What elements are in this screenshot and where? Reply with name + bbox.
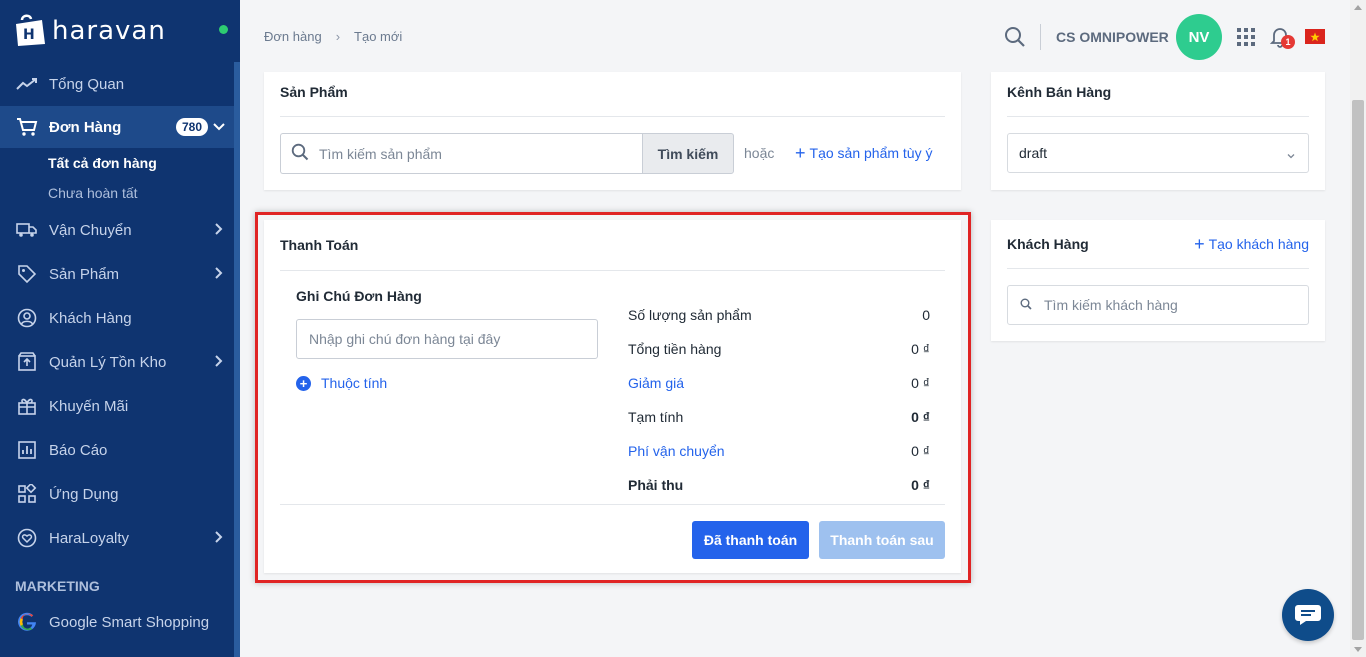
sidebar-nav: Tổng Quan Đơn Hàng 780 Tất cả đơn hàng C… (0, 62, 234, 644)
store-name[interactable]: CS OMNIPOWER (1056, 29, 1169, 45)
search-icon (291, 143, 309, 164)
customer-card-title: Khách Hàng (1007, 236, 1089, 252)
avatar[interactable]: NV (1176, 14, 1222, 60)
svg-text:H: H (23, 27, 35, 43)
divider (280, 116, 945, 117)
report-icon (16, 439, 38, 461)
sidebar-item-shipping[interactable]: Vận Chuyển (0, 208, 234, 252)
sales-channel-title: Kênh Bán Hàng (1007, 84, 1112, 100)
sidebar-item-label: Khách Hàng (49, 309, 132, 327)
sidebar-item-label: Quản Lý Tồn Kho (49, 353, 167, 371)
marketing-section-title: MARKETING (15, 578, 100, 594)
sales-channel-value: draft (1019, 145, 1048, 161)
create-customer-link[interactable]: + Tạo khách hàng (1194, 234, 1309, 254)
sidebar-item-label: Khuyến Mãi (49, 397, 129, 415)
top-header: Đơn hàng › Tạo mới CS OMNIPOWER NV 1 (240, 0, 1350, 72)
sidebar-item-label: Tổng Quan (49, 75, 125, 93)
sidebar-item-products[interactable]: Sản Phẩm (0, 252, 234, 296)
divider (1007, 268, 1309, 269)
chevron-right-icon (212, 266, 226, 284)
sales-channel-select[interactable]: draft (1007, 133, 1309, 173)
tag-icon (16, 263, 38, 285)
chevron-right-icon (212, 530, 226, 548)
breadcrumb-separator-icon: › (335, 29, 341, 44)
sales-channel-card: Kênh Bán Hàng draft (991, 72, 1325, 190)
sidebar-subitem-all-orders[interactable]: Tất cả đơn hàng (0, 148, 234, 178)
user-icon (16, 307, 38, 329)
sidebar-item-customers[interactable]: Khách Hàng (0, 296, 234, 340)
customer-card: Khách Hàng + Tạo khách hàng Tìm kiếm khá… (991, 220, 1325, 341)
sidebar-subitem-incomplete[interactable]: Chưa hoàn tất (0, 178, 234, 208)
sidebar-item-label: Google Smart Shopping (49, 613, 210, 631)
sidebar-scrollbar[interactable] (234, 62, 240, 657)
chevron-right-icon (212, 222, 226, 240)
or-text: hoặc (744, 145, 775, 161)
chat-support-button[interactable] (1282, 589, 1334, 641)
sidebar-item-promotions[interactable]: Khuyến Mãi (0, 384, 234, 428)
sidebar-item-apps[interactable]: Ứng Dụng (0, 472, 234, 516)
sidebar-item-overview[interactable]: Tổng Quan (0, 62, 234, 106)
plus-icon: + (795, 143, 806, 163)
breadcrumb-orders-link[interactable]: Đơn hàng (264, 29, 322, 44)
brand-name: haravan (52, 16, 166, 46)
sidebar-item-haraloyalty[interactable]: HaraLoyalty (0, 516, 234, 560)
page-scrollbar[interactable] (1350, 0, 1366, 657)
search-icon (1020, 297, 1032, 313)
sidebar-item-label: Báo Cáo (49, 441, 108, 459)
breadcrumb: Đơn hàng › Tạo mới (264, 29, 402, 44)
vietnam-flag-icon[interactable] (1305, 29, 1325, 44)
product-search-placeholder: Tìm kiếm sản phẩm (319, 145, 442, 162)
product-search-button[interactable]: Tìm kiếm (642, 133, 734, 174)
apps-grid-icon[interactable] (1237, 28, 1255, 49)
create-custom-product-label: Tạo sản phẩm tùy ý (809, 145, 933, 161)
sidebar-item-inventory[interactable]: Quản Lý Tồn Kho (0, 340, 234, 384)
highlight-box (255, 212, 971, 583)
scrollbar-thumb[interactable] (1352, 100, 1364, 640)
sidebar: H haravan Tổng Quan Đơn Hàng 780 Tất cả … (0, 0, 240, 657)
scroll-down-arrow-icon[interactable] (1354, 647, 1362, 652)
sidebar-item-label: Sản Phẩm (49, 265, 120, 283)
heart-icon (16, 527, 38, 549)
chat-bubble-icon (1295, 605, 1321, 625)
breadcrumb-current: Tạo mới (354, 29, 403, 44)
orders-count-badge: 780 (176, 118, 209, 136)
online-status-dot (219, 25, 228, 34)
customer-search-input[interactable]: Tìm kiếm khách hàng (1007, 285, 1309, 325)
notification-count-badge: 1 (1281, 35, 1295, 49)
sidebar-item-label: HaraLoyalty (49, 529, 130, 547)
create-customer-label: Tạo khách hàng (1208, 236, 1309, 252)
products-card-title: Sản Phẩm (280, 84, 348, 100)
haravan-logo-icon: H (16, 14, 45, 46)
inventory-icon (16, 351, 38, 373)
customer-search-placeholder: Tìm kiếm khách hàng (1044, 297, 1178, 313)
sidebar-item-label: Đơn Hàng (49, 118, 122, 136)
header-divider (1040, 24, 1041, 50)
truck-icon (16, 219, 38, 241)
trend-icon (16, 73, 38, 95)
google-icon (16, 611, 38, 633)
sidebar-item-orders[interactable]: Đơn Hàng 780 (0, 106, 234, 148)
scroll-up-arrow-icon[interactable] (1354, 5, 1362, 10)
create-custom-product-link[interactable]: + Tạo sản phẩm tùy ý (795, 143, 933, 163)
sidebar-item-google-smart-shopping[interactable]: Google Smart Shopping (0, 600, 234, 644)
cart-icon (16, 116, 38, 138)
gift-icon (16, 395, 38, 417)
product-search-input[interactable]: Tìm kiếm sản phẩm (280, 133, 643, 174)
chevron-down-icon[interactable] (212, 120, 226, 138)
divider (1007, 116, 1309, 117)
plus-icon: + (1194, 234, 1205, 254)
sidebar-item-label: Vận Chuyển (49, 221, 132, 239)
brand-logo[interactable]: H haravan (12, 14, 166, 48)
products-card: Sản Phẩm Tìm kiếm sản phẩm Tìm kiếm hoặc… (264, 72, 961, 190)
sidebar-item-label: Ứng Dụng (49, 485, 119, 503)
search-icon[interactable] (1004, 26, 1026, 51)
chevron-down-icon (1286, 148, 1296, 164)
sidebar-item-reports[interactable]: Báo Cáo (0, 428, 234, 472)
chevron-right-icon (212, 354, 226, 372)
apps-icon (16, 483, 38, 505)
